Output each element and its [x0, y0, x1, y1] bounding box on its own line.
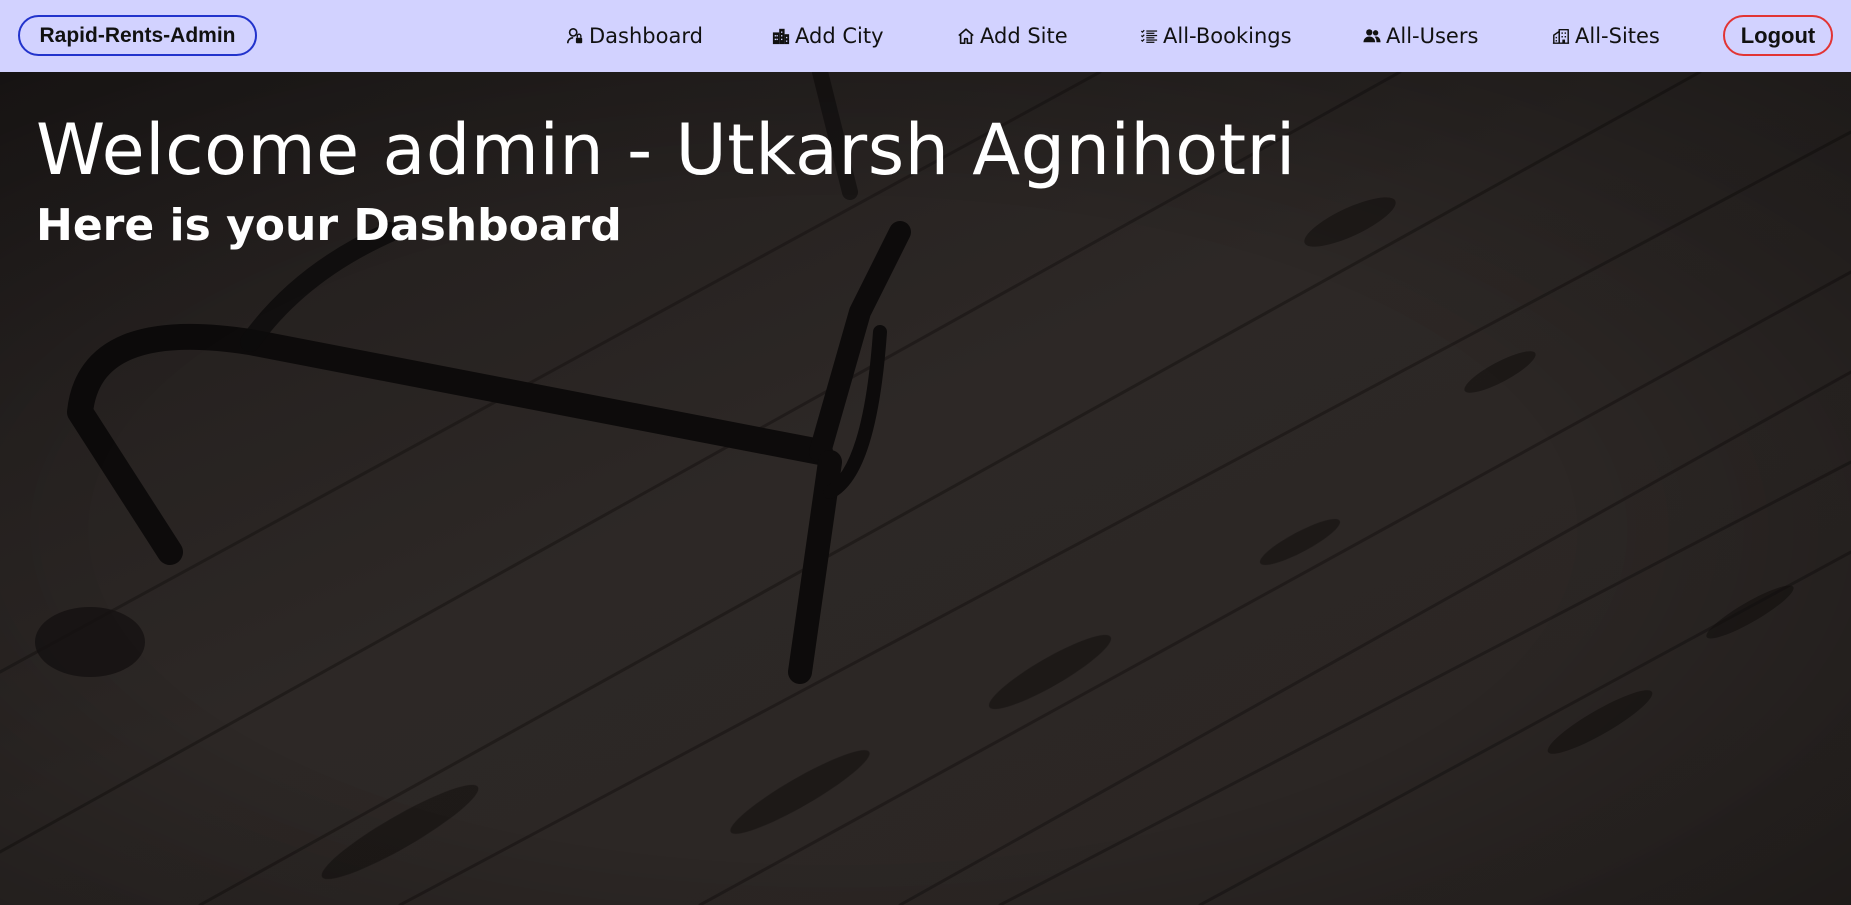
list-check-icon — [1139, 26, 1159, 46]
nav-item-all-bookings[interactable]: All-Bookings — [1139, 22, 1292, 50]
nav-item-label: All-Bookings — [1163, 24, 1292, 48]
dashboard-subtitle: Here is your Dashboard — [36, 200, 622, 251]
nav-item-add-city[interactable]: Add City — [771, 22, 884, 50]
background-photo — [0, 72, 1851, 905]
nav-item-all-sites[interactable]: All-Sites — [1551, 22, 1660, 50]
nav-item-label: All-Sites — [1575, 24, 1660, 48]
users-icon — [1362, 26, 1382, 46]
buildings-icon — [1551, 26, 1571, 46]
logout-button[interactable]: Logout — [1723, 15, 1833, 56]
home-icon — [956, 26, 976, 46]
nav-item-all-users[interactable]: All-Users — [1362, 22, 1478, 50]
nav-item-label: All-Users — [1386, 24, 1479, 48]
nav-item-dashboard[interactable]: Dashboard — [565, 22, 703, 50]
welcome-heading: Welcome admin - Utkarsh Agnihotri — [36, 109, 1296, 191]
nav-items: Dashboard Add City Add Site All-Bookings — [0, 0, 1851, 72]
nav-item-label: Add City — [795, 24, 884, 48]
user-lock-icon — [565, 26, 585, 46]
nav-item-add-site[interactable]: Add Site — [956, 22, 1068, 50]
city-icon — [771, 26, 791, 46]
top-navbar: Rapid-Rents-Admin Dashboard Add City Add… — [0, 0, 1851, 72]
nav-item-label: Add Site — [980, 24, 1068, 48]
hero-section: Welcome admin - Utkarsh Agnihotri Here i… — [0, 72, 1851, 905]
nav-item-label: Dashboard — [589, 24, 703, 48]
